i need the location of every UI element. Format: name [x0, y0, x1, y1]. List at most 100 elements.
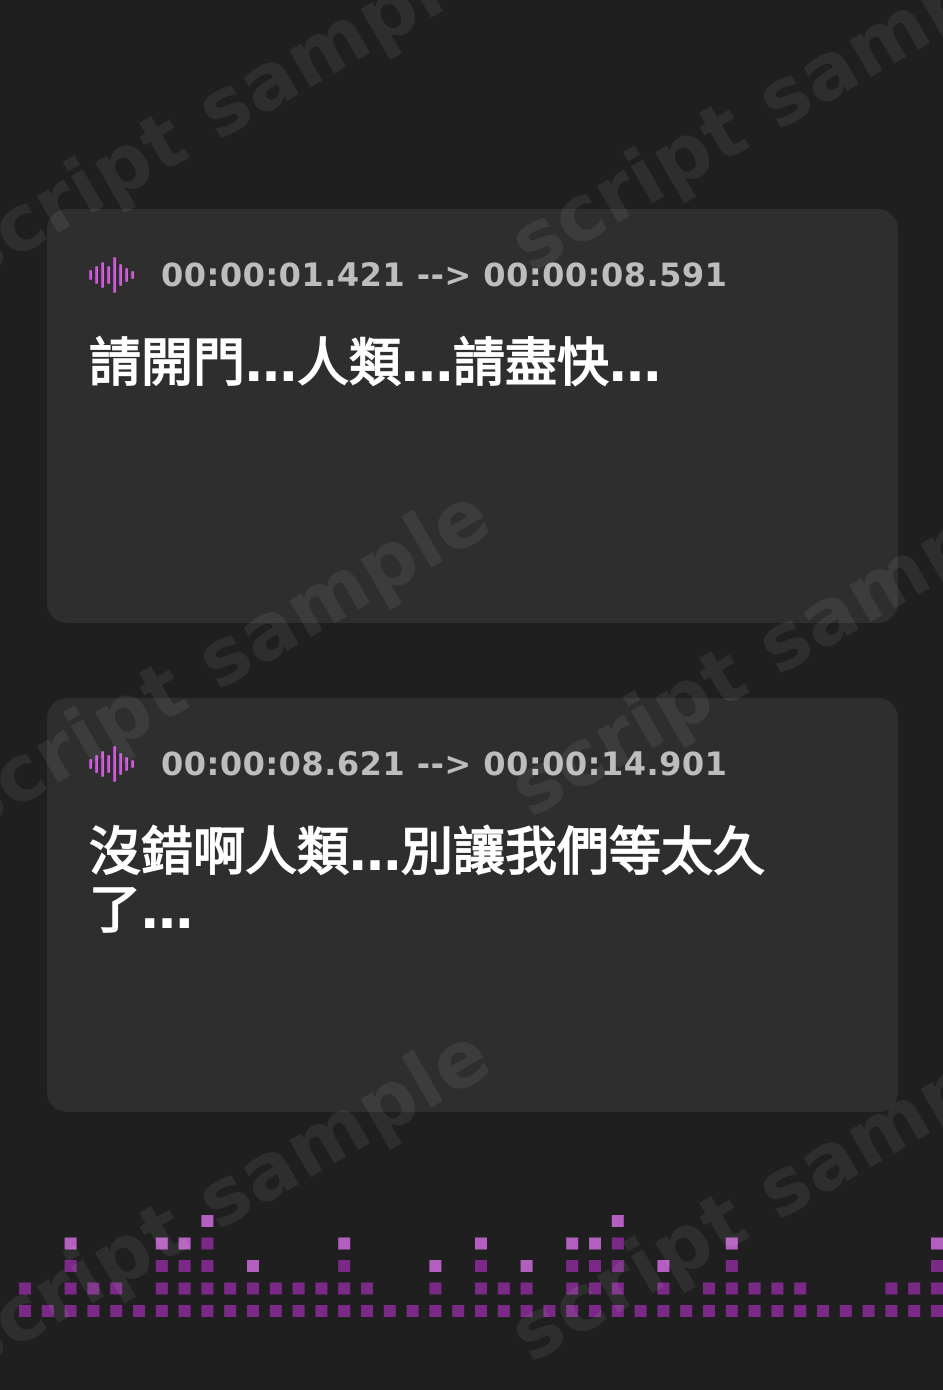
- equalizer-block: [155, 1305, 168, 1317]
- equalizer-block: [19, 1282, 31, 1295]
- equalizer-block: [611, 1237, 624, 1250]
- equalizer-block: [315, 1305, 328, 1317]
- equalizer-block: [201, 1305, 214, 1317]
- equalizer-block: [520, 1282, 533, 1295]
- cue-header: 00:00:08.621 --> 00:00:14.901: [89, 745, 727, 783]
- equalizer-block: [224, 1305, 237, 1317]
- equalizer-block: [475, 1305, 487, 1317]
- equalizer-block: [794, 1282, 807, 1295]
- subtitle-cue-card: 00:00:01.421 --> 00:00:08.591 請開門…人類…請盡快…: [47, 209, 898, 623]
- equalizer-block: [634, 1305, 647, 1317]
- equalizer-block: [657, 1305, 670, 1317]
- equalizer-block: [201, 1282, 214, 1295]
- watermark-layer: script sample script sample script sampl…: [0, 0, 943, 1390]
- cue-header: 00:00:01.421 --> 00:00:08.591: [89, 256, 727, 294]
- equalizer-block: [794, 1305, 807, 1317]
- equalizer-block: [566, 1260, 579, 1272]
- equalizer-block: [269, 1305, 282, 1317]
- equalizer-block: [543, 1305, 556, 1317]
- equalizer-block: [725, 1237, 738, 1250]
- equalizer-block: [703, 1305, 715, 1317]
- equalizer-block: [908, 1305, 921, 1317]
- equalizer-block: [155, 1237, 168, 1250]
- equalizer-block: [269, 1282, 282, 1295]
- equalizer-block: [361, 1282, 373, 1295]
- equalizer-block: [338, 1237, 351, 1250]
- equalizer-block: [520, 1260, 533, 1272]
- equalizer-block: [497, 1282, 510, 1295]
- equalizer-block: [64, 1260, 77, 1272]
- equalizer-block: [452, 1305, 465, 1317]
- equalizer-block: [247, 1282, 259, 1295]
- equalizer-block: [406, 1305, 419, 1317]
- equalizer-block: [497, 1305, 510, 1317]
- equalizer-block: [201, 1237, 214, 1250]
- equalizer-block: [725, 1282, 738, 1295]
- equalizer-block: [64, 1305, 77, 1317]
- cue-subtitle-text: 請開門…人類…請盡快…: [89, 334, 662, 394]
- equalizer-block: [657, 1260, 670, 1272]
- equalizer-block: [520, 1305, 533, 1317]
- equalizer-block: [110, 1282, 123, 1295]
- equalizer-block: [931, 1282, 943, 1295]
- equalizer-block: [771, 1282, 784, 1295]
- equalizer-block: [19, 1305, 31, 1317]
- equalizer-block: [475, 1237, 487, 1250]
- equalizer-block: [566, 1305, 579, 1317]
- equalizer-block: [133, 1305, 145, 1317]
- equalizer-decoration: [19, 1215, 943, 1317]
- equalizer-block: [155, 1282, 168, 1295]
- equalizer-block: [589, 1282, 601, 1295]
- equalizer-block: [931, 1305, 943, 1317]
- cue-subtitle-text: 沒錯啊人類…別讓我們等太久了…: [89, 823, 766, 941]
- equalizer-block: [178, 1237, 191, 1250]
- sound-wave-icon: [89, 746, 134, 782]
- equalizer-block: [429, 1305, 442, 1317]
- equalizer-block: [611, 1260, 624, 1272]
- equalizer-block: [566, 1282, 579, 1295]
- equalizer-block: [224, 1282, 237, 1295]
- equalizer-block: [589, 1260, 601, 1272]
- equalizer-block: [589, 1305, 601, 1317]
- equalizer-block: [41, 1305, 54, 1317]
- equalizer-block: [292, 1282, 305, 1295]
- equalizer-block: [862, 1305, 875, 1317]
- equalizer-block: [64, 1282, 77, 1295]
- equalizer-block: [475, 1260, 487, 1272]
- equalizer-block: [589, 1237, 601, 1250]
- equalizer-block: [611, 1305, 624, 1317]
- equalizer-block: [201, 1215, 214, 1227]
- equalizer-block: [657, 1282, 670, 1295]
- equalizer-block: [725, 1305, 738, 1317]
- equalizer-block: [201, 1260, 214, 1272]
- equalizer-block: [771, 1305, 784, 1317]
- equalizer-block: [247, 1305, 259, 1317]
- equalizer-block: [725, 1260, 738, 1272]
- equalizer-block: [885, 1282, 898, 1295]
- equalizer-block: [611, 1282, 624, 1295]
- equalizer-block: [748, 1282, 761, 1295]
- equalizer-block: [931, 1237, 943, 1250]
- equalizer-block: [611, 1215, 624, 1227]
- sound-wave-icon: [89, 257, 134, 293]
- equalizer-block: [315, 1282, 328, 1295]
- equalizer-block: [475, 1282, 487, 1295]
- subtitle-cue-card: 00:00:08.621 --> 00:00:14.901 沒錯啊人類…別讓我們…: [47, 698, 898, 1112]
- equalizer-block: [178, 1282, 191, 1295]
- equalizer-block: [566, 1237, 579, 1250]
- equalizer-block: [155, 1260, 168, 1272]
- equalizer-block: [429, 1282, 442, 1295]
- equalizer-block: [429, 1260, 442, 1272]
- equalizer-block: [338, 1260, 351, 1272]
- equalizer-block: [885, 1305, 898, 1317]
- equalizer-block: [178, 1260, 191, 1272]
- equalizer-block: [64, 1237, 77, 1250]
- equalizer-block: [383, 1305, 396, 1317]
- equalizer-block: [178, 1305, 191, 1317]
- equalizer-block: [931, 1260, 943, 1272]
- equalizer-block: [292, 1305, 305, 1317]
- equalizer-block: [87, 1305, 100, 1317]
- equalizer-block: [87, 1282, 100, 1295]
- equalizer-block: [817, 1305, 829, 1317]
- equalizer-block: [247, 1260, 259, 1272]
